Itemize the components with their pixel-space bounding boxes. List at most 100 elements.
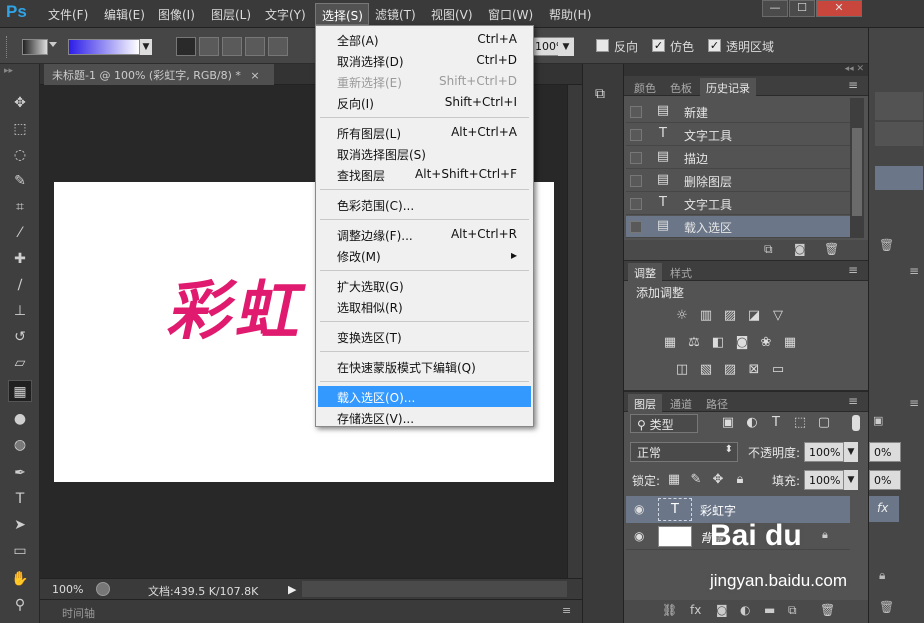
- angle-gradient-button[interactable]: [222, 37, 242, 56]
- history-snapshot-checkbox[interactable]: [630, 221, 642, 233]
- trash-icon[interactable]: 🗑: [879, 600, 894, 614]
- gradient-map-icon[interactable]: ▭: [768, 361, 788, 379]
- new-layer-icon[interactable]: ⧉: [788, 603, 797, 618]
- brush-tool-icon[interactable]: ∕: [8, 274, 32, 296]
- maximize-button[interactable]: ☐: [789, 0, 815, 17]
- panel-menu-icon[interactable]: ≡: [909, 264, 919, 278]
- panel-icon[interactable]: ▣: [873, 414, 883, 427]
- panel-menu-icon[interactable]: ≡: [848, 78, 858, 92]
- tab-color[interactable]: 颜色: [628, 78, 662, 96]
- levels-icon[interactable]: ▥: [696, 307, 716, 325]
- reverse-checkbox[interactable]: [596, 39, 609, 52]
- menu-image[interactable]: 图像(I): [158, 6, 195, 22]
- history-item[interactable]: ▤ 新建: [626, 101, 850, 123]
- channel-mixer-icon[interactable]: ❀: [756, 334, 776, 352]
- history-item-selected[interactable]: ▤ 载入选区: [626, 216, 850, 238]
- menu-file[interactable]: 文件(F): [48, 6, 88, 22]
- black-white-icon[interactable]: ◧: [708, 334, 728, 352]
- vertical-scrollbar[interactable]: [567, 85, 582, 578]
- history-scrollbar[interactable]: [850, 98, 864, 238]
- status-icon[interactable]: [96, 582, 110, 596]
- panel-menu-icon[interactable]: ≡: [909, 396, 919, 410]
- select-menu-item[interactable]: 调整边缘(F)... Alt+Ctrl+R: [318, 224, 531, 245]
- zoom-level[interactable]: 100%: [52, 583, 83, 596]
- layer-fill-input[interactable]: 100%: [804, 470, 844, 490]
- history-snapshot-checkbox[interactable]: [630, 106, 642, 118]
- filter-type-icon[interactable]: T: [766, 414, 786, 432]
- reflected-gradient-button[interactable]: [245, 37, 265, 56]
- curves-icon[interactable]: ▨: [720, 307, 740, 325]
- link-icon[interactable]: ⛓: [662, 603, 677, 617]
- chevron-down-icon[interactable]: ▼: [844, 442, 858, 462]
- history-item[interactable]: T 文字工具: [626, 193, 850, 215]
- brightness-icon[interactable]: ☼: [672, 307, 692, 325]
- blend-mode-select[interactable]: 正常 ⬍: [630, 442, 738, 462]
- close-icon[interactable]: ×: [250, 69, 259, 82]
- threshold-icon[interactable]: ▨: [720, 361, 740, 379]
- tool-preset-gradient-icon[interactable]: [22, 39, 48, 55]
- select-menu-item[interactable]: 取消选择(D) Ctrl+D: [318, 50, 531, 71]
- mask-icon[interactable]: ◙: [716, 603, 728, 617]
- history-item[interactable]: ▤ 描边: [626, 147, 850, 169]
- radial-gradient-button[interactable]: [199, 37, 219, 56]
- color-balance-icon[interactable]: ⚖: [684, 334, 704, 352]
- stamp-tool-icon[interactable]: ⊥: [8, 300, 32, 322]
- folder-icon[interactable]: ▬: [764, 603, 775, 617]
- tab-paths[interactable]: 路径: [700, 394, 734, 412]
- chevron-down-icon[interactable]: [49, 42, 57, 47]
- adjustment-layer-icon[interactable]: ◐: [740, 603, 750, 617]
- history-snapshot-checkbox[interactable]: [630, 198, 642, 210]
- select-menu-item[interactable]: 在快速蒙版模式下编辑(Q): [318, 356, 531, 377]
- select-menu-item[interactable]: 载入选区(O)...: [318, 386, 531, 407]
- diamond-gradient-button[interactable]: [268, 37, 288, 56]
- collapse-icon[interactable]: ▸▸: [4, 66, 13, 76]
- gradient-tool-icon[interactable]: ▦: [8, 380, 32, 402]
- fx-icon[interactable]: fx: [690, 603, 701, 617]
- zoom-tool-icon[interactable]: ⚲: [8, 594, 32, 616]
- type-tool-icon[interactable]: T: [8, 488, 32, 510]
- filter-pixel-icon[interactable]: ▣: [718, 414, 738, 432]
- posterize-icon[interactable]: ▧: [696, 361, 716, 379]
- history-snapshot-checkbox[interactable]: [630, 175, 642, 187]
- filter-toggle[interactable]: [852, 415, 860, 431]
- collapse-icon[interactable]: ◂◂ ✕: [624, 64, 868, 76]
- eraser-tool-icon[interactable]: ▱: [8, 352, 32, 374]
- select-menu-item[interactable]: 色彩范围(C)...: [318, 194, 531, 215]
- history-item[interactable]: T 文字工具: [626, 124, 850, 146]
- select-menu-item[interactable]: 查找图层 Alt+Shift+Ctrl+F: [318, 164, 531, 185]
- lock-transparent-icon[interactable]: ▦: [664, 471, 684, 489]
- chevron-down-icon[interactable]: ▼: [558, 38, 574, 56]
- select-menu-item[interactable]: 所有图层(L) Alt+Ctrl+A: [318, 122, 531, 143]
- invert-icon[interactable]: ◫: [672, 361, 692, 379]
- camera-icon[interactable]: ◙: [794, 242, 806, 256]
- opacity-input-secondary[interactable]: 0%: [869, 442, 901, 462]
- vibrance-icon[interactable]: ▽: [768, 307, 788, 325]
- history-item[interactable]: ▤ 删除图层: [626, 170, 850, 192]
- select-menu-item[interactable]: 取消选择图层(S): [318, 143, 531, 164]
- history-panel-icon[interactable]: ⧉: [595, 86, 615, 106]
- dither-checkbox[interactable]: ✓: [652, 39, 665, 52]
- crop-tool-icon[interactable]: ⌗: [8, 196, 32, 218]
- panel-menu-icon[interactable]: ≡: [848, 263, 858, 277]
- history-snapshot-checkbox[interactable]: [630, 152, 642, 164]
- select-menu-item[interactable]: 修改(M) ▸: [318, 245, 531, 266]
- tab-channels[interactable]: 通道: [664, 394, 698, 412]
- menu-edit[interactable]: 编辑(E): [104, 6, 145, 22]
- scrollbar-thumb[interactable]: [852, 128, 862, 216]
- lock-pixels-icon[interactable]: ✎: [686, 471, 706, 489]
- trash-icon[interactable]: 🗑: [820, 603, 835, 617]
- trash-icon[interactable]: 🗑: [824, 242, 839, 256]
- select-menu-item[interactable]: 变换选区(T): [318, 326, 531, 347]
- exposure-icon[interactable]: ◪: [744, 307, 764, 325]
- eye-icon[interactable]: ◉: [634, 529, 644, 543]
- chevron-down-icon[interactable]: ▼: [844, 470, 858, 490]
- menu-window[interactable]: 窗口(W): [488, 6, 533, 22]
- menu-help[interactable]: 帮助(H): [549, 6, 591, 22]
- healing-brush-tool-icon[interactable]: ✚: [8, 248, 32, 270]
- trash-icon[interactable]: 🗑: [879, 238, 894, 252]
- filter-adjustment-icon[interactable]: ◐: [742, 414, 762, 432]
- panel-menu-icon[interactable]: ≡: [562, 604, 571, 617]
- quick-select-tool-icon[interactable]: ✎: [8, 170, 32, 192]
- close-button[interactable]: ✕: [816, 0, 862, 17]
- lock-position-icon[interactable]: ✥: [708, 471, 728, 489]
